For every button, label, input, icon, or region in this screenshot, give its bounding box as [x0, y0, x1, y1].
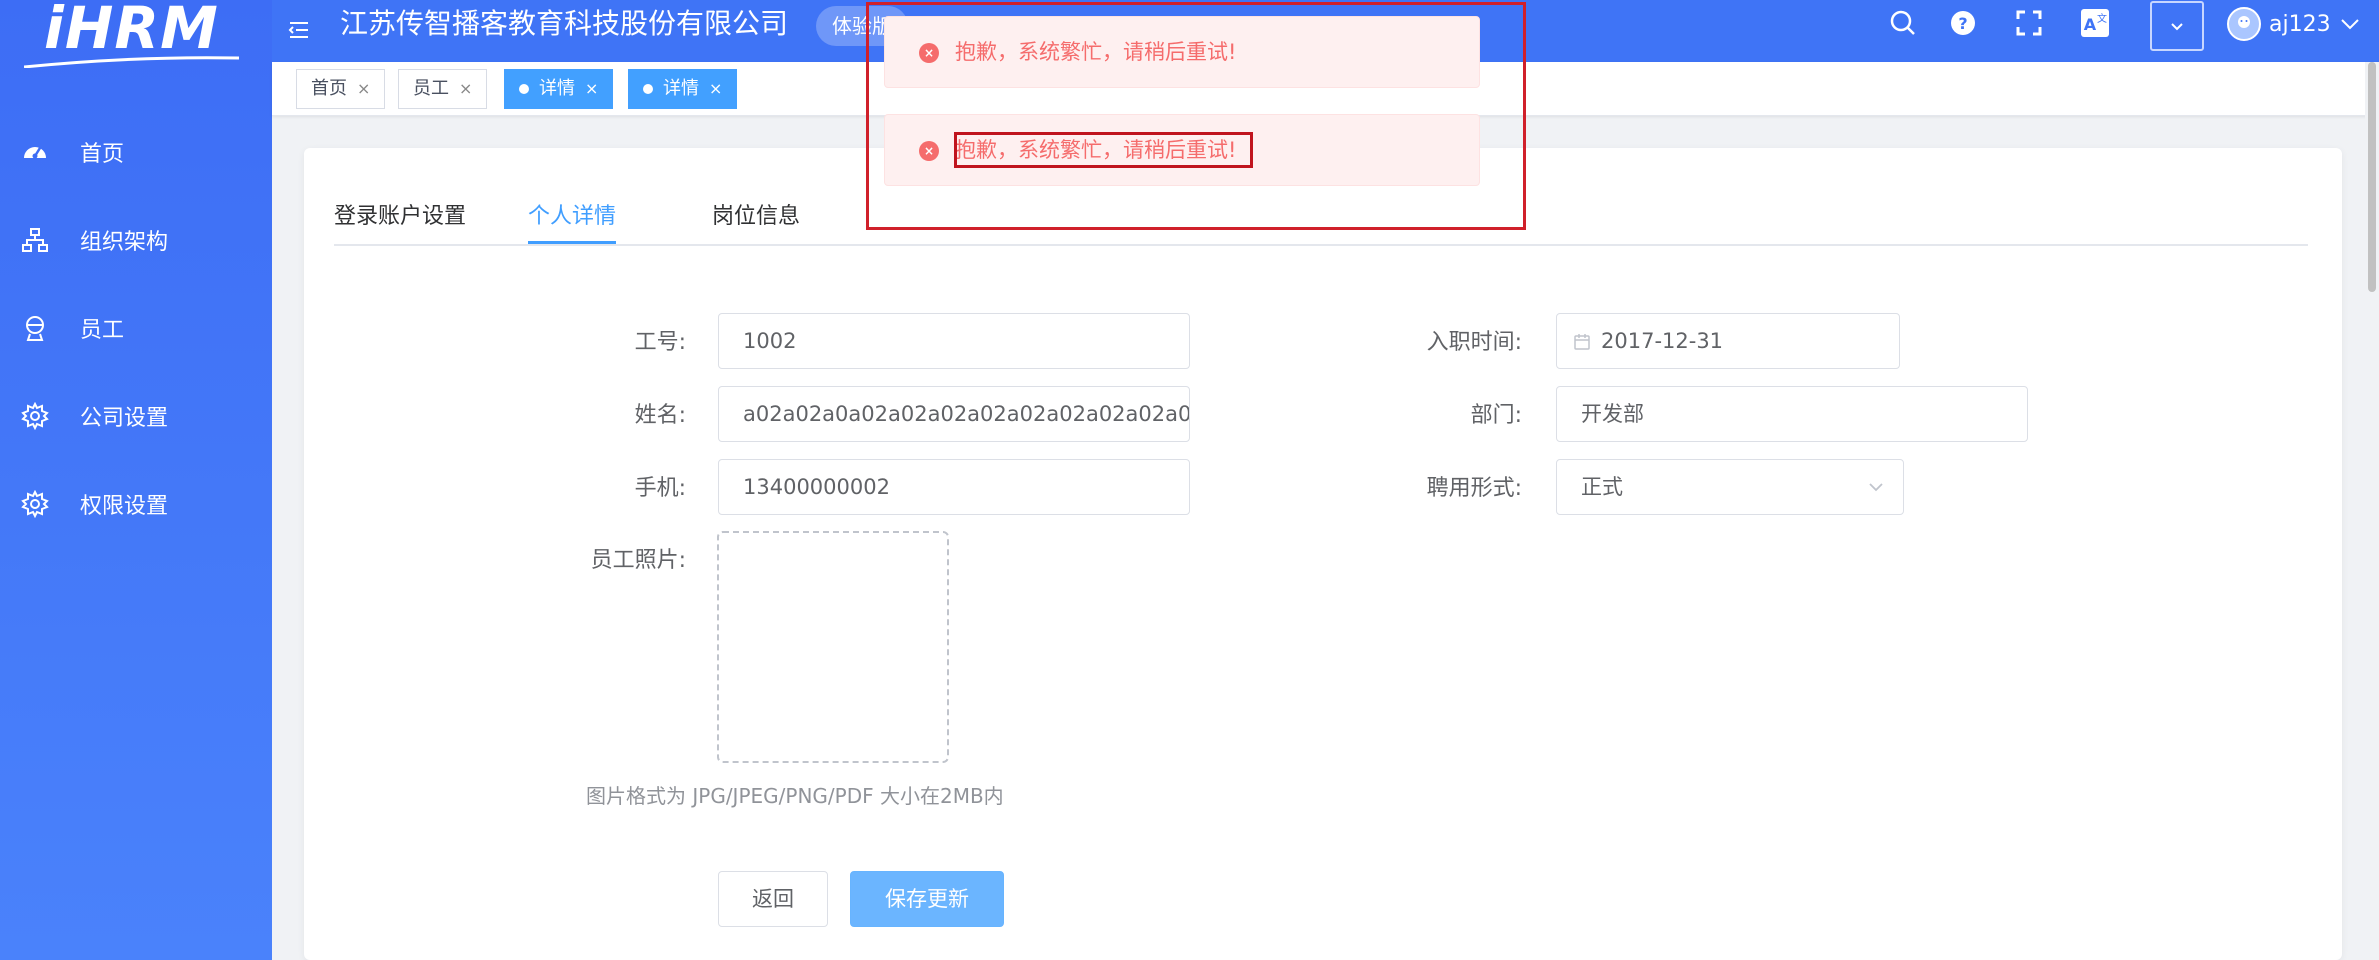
tag-label: 首页 [311, 78, 347, 99]
svg-text:文: 文 [2097, 12, 2107, 25]
tag-employee[interactable]: 员工 × [398, 69, 488, 109]
sidebar-item-label: 公司设置 [80, 406, 169, 431]
photo-label: 员工照片: [590, 548, 686, 573]
photo-upload[interactable] [717, 531, 949, 763]
name-field[interactable]: a02a02a0a02a02a02a02a02a02a02a02a02 [718, 386, 1190, 442]
search-icon[interactable] [1886, 6, 1920, 40]
sidebar-item-label: 员工 [80, 318, 125, 343]
close-icon[interactable]: × [459, 70, 472, 108]
svg-text:?: ? [1958, 14, 1967, 33]
sidebar-item-employee[interactable]: 员工 [0, 284, 272, 372]
photo-hint: 图片格式为 JPG/JPEG/PNG/PDF 大小在2MB内 [586, 784, 1004, 808]
tag-detail[interactable]: 详情 × [628, 69, 738, 109]
tag-label: 详情 [663, 78, 699, 99]
employment-type-value: 正式 [1581, 475, 1623, 499]
tab-personal-details[interactable]: 个人详情 [528, 198, 617, 244]
close-icon[interactable]: × [357, 70, 370, 108]
tab-position-info[interactable]: 岗位信息 [712, 198, 800, 244]
org-chart-icon [20, 225, 50, 255]
hamburger-icon[interactable] [286, 17, 312, 43]
sidebar-item-home[interactable]: 首页 [0, 108, 272, 196]
username: aj123 [2269, 11, 2331, 37]
hire-date-value: 2017-12-31 [1601, 329, 1724, 353]
sidebar-item-label: 组织架构 [80, 230, 169, 255]
translate-icon[interactable]: A文 [2078, 6, 2112, 40]
logo-swoosh-icon [24, 56, 239, 68]
sidebar-item-company-settings[interactable]: 公司设置 [0, 372, 272, 460]
chevron-down-icon [2340, 19, 2359, 30]
employment-type-label: 聘用形式: [1426, 476, 1522, 501]
annotation-box [866, 2, 1526, 230]
save-update-button[interactable]: 保存更新 [850, 871, 1004, 927]
dashboard-icon [20, 137, 50, 167]
annotation-text-box [954, 132, 1253, 168]
company-name: 江苏传智播客教育科技股份有限公司 [340, 7, 789, 40]
user-menu[interactable]: aj123 [2227, 4, 2361, 44]
fullscreen-icon[interactable] [2012, 6, 2046, 40]
page-scrollbar[interactable] [2365, 62, 2379, 960]
sidebar-item-label: 首页 [80, 142, 125, 167]
employee-icon [20, 313, 50, 343]
close-icon[interactable]: × [709, 70, 722, 108]
gear-icon [20, 489, 50, 519]
name-label: 姓名: [634, 403, 686, 428]
logo: iHRM [24, 0, 244, 84]
active-dot-icon [519, 84, 529, 94]
employment-type-select[interactable]: 正式 [1556, 459, 1904, 515]
employee-no-field[interactable]: 1002 [718, 313, 1190, 369]
help-icon[interactable]: ? [1946, 6, 1980, 40]
sidebar-item-permission-settings[interactable]: 权限设置 [0, 460, 272, 548]
hire-date-picker[interactable]: 2017-12-31 [1556, 313, 1900, 369]
tag-detail[interactable]: 详情 × [504, 69, 614, 109]
back-button[interactable]: 返回 [718, 871, 828, 927]
sidebar: iHRM 首页 组织架构 员工 公司设置 权限设置 [0, 0, 272, 960]
employee-no-label: 工号: [634, 330, 686, 355]
svg-text:A: A [2084, 15, 2097, 34]
gear-icon [20, 401, 50, 431]
chevron-down-icon [2171, 23, 2183, 31]
tag-label: 详情 [539, 78, 575, 99]
tag-home[interactable]: 首页 × [296, 69, 386, 109]
chevron-down-icon [1869, 483, 1883, 492]
scrollbar-thumb[interactable] [2368, 62, 2376, 292]
sidebar-item-org[interactable]: 组织架构 [0, 196, 272, 284]
phone-label: 手机: [634, 476, 686, 501]
hire-date-label: 入职时间: [1426, 330, 1522, 355]
tab-account-settings[interactable]: 登录账户设置 [334, 198, 466, 244]
sidebar-item-label: 权限设置 [80, 494, 169, 519]
phone-field[interactable]: 13400000002 [718, 459, 1190, 515]
department-field[interactable]: 开发部 [1556, 386, 2028, 442]
calendar-icon [1574, 334, 1590, 350]
tag-label: 员工 [413, 78, 449, 99]
avatar [2227, 7, 2261, 41]
active-dot-icon [643, 84, 653, 94]
theme-dropdown[interactable] [2150, 1, 2204, 51]
sidebar-nav: 首页 组织架构 员工 公司设置 权限设置 [0, 108, 272, 548]
department-label: 部门: [1470, 403, 1522, 428]
close-icon[interactable]: × [585, 70, 598, 108]
logo-text: iHRM [44, 0, 219, 62]
